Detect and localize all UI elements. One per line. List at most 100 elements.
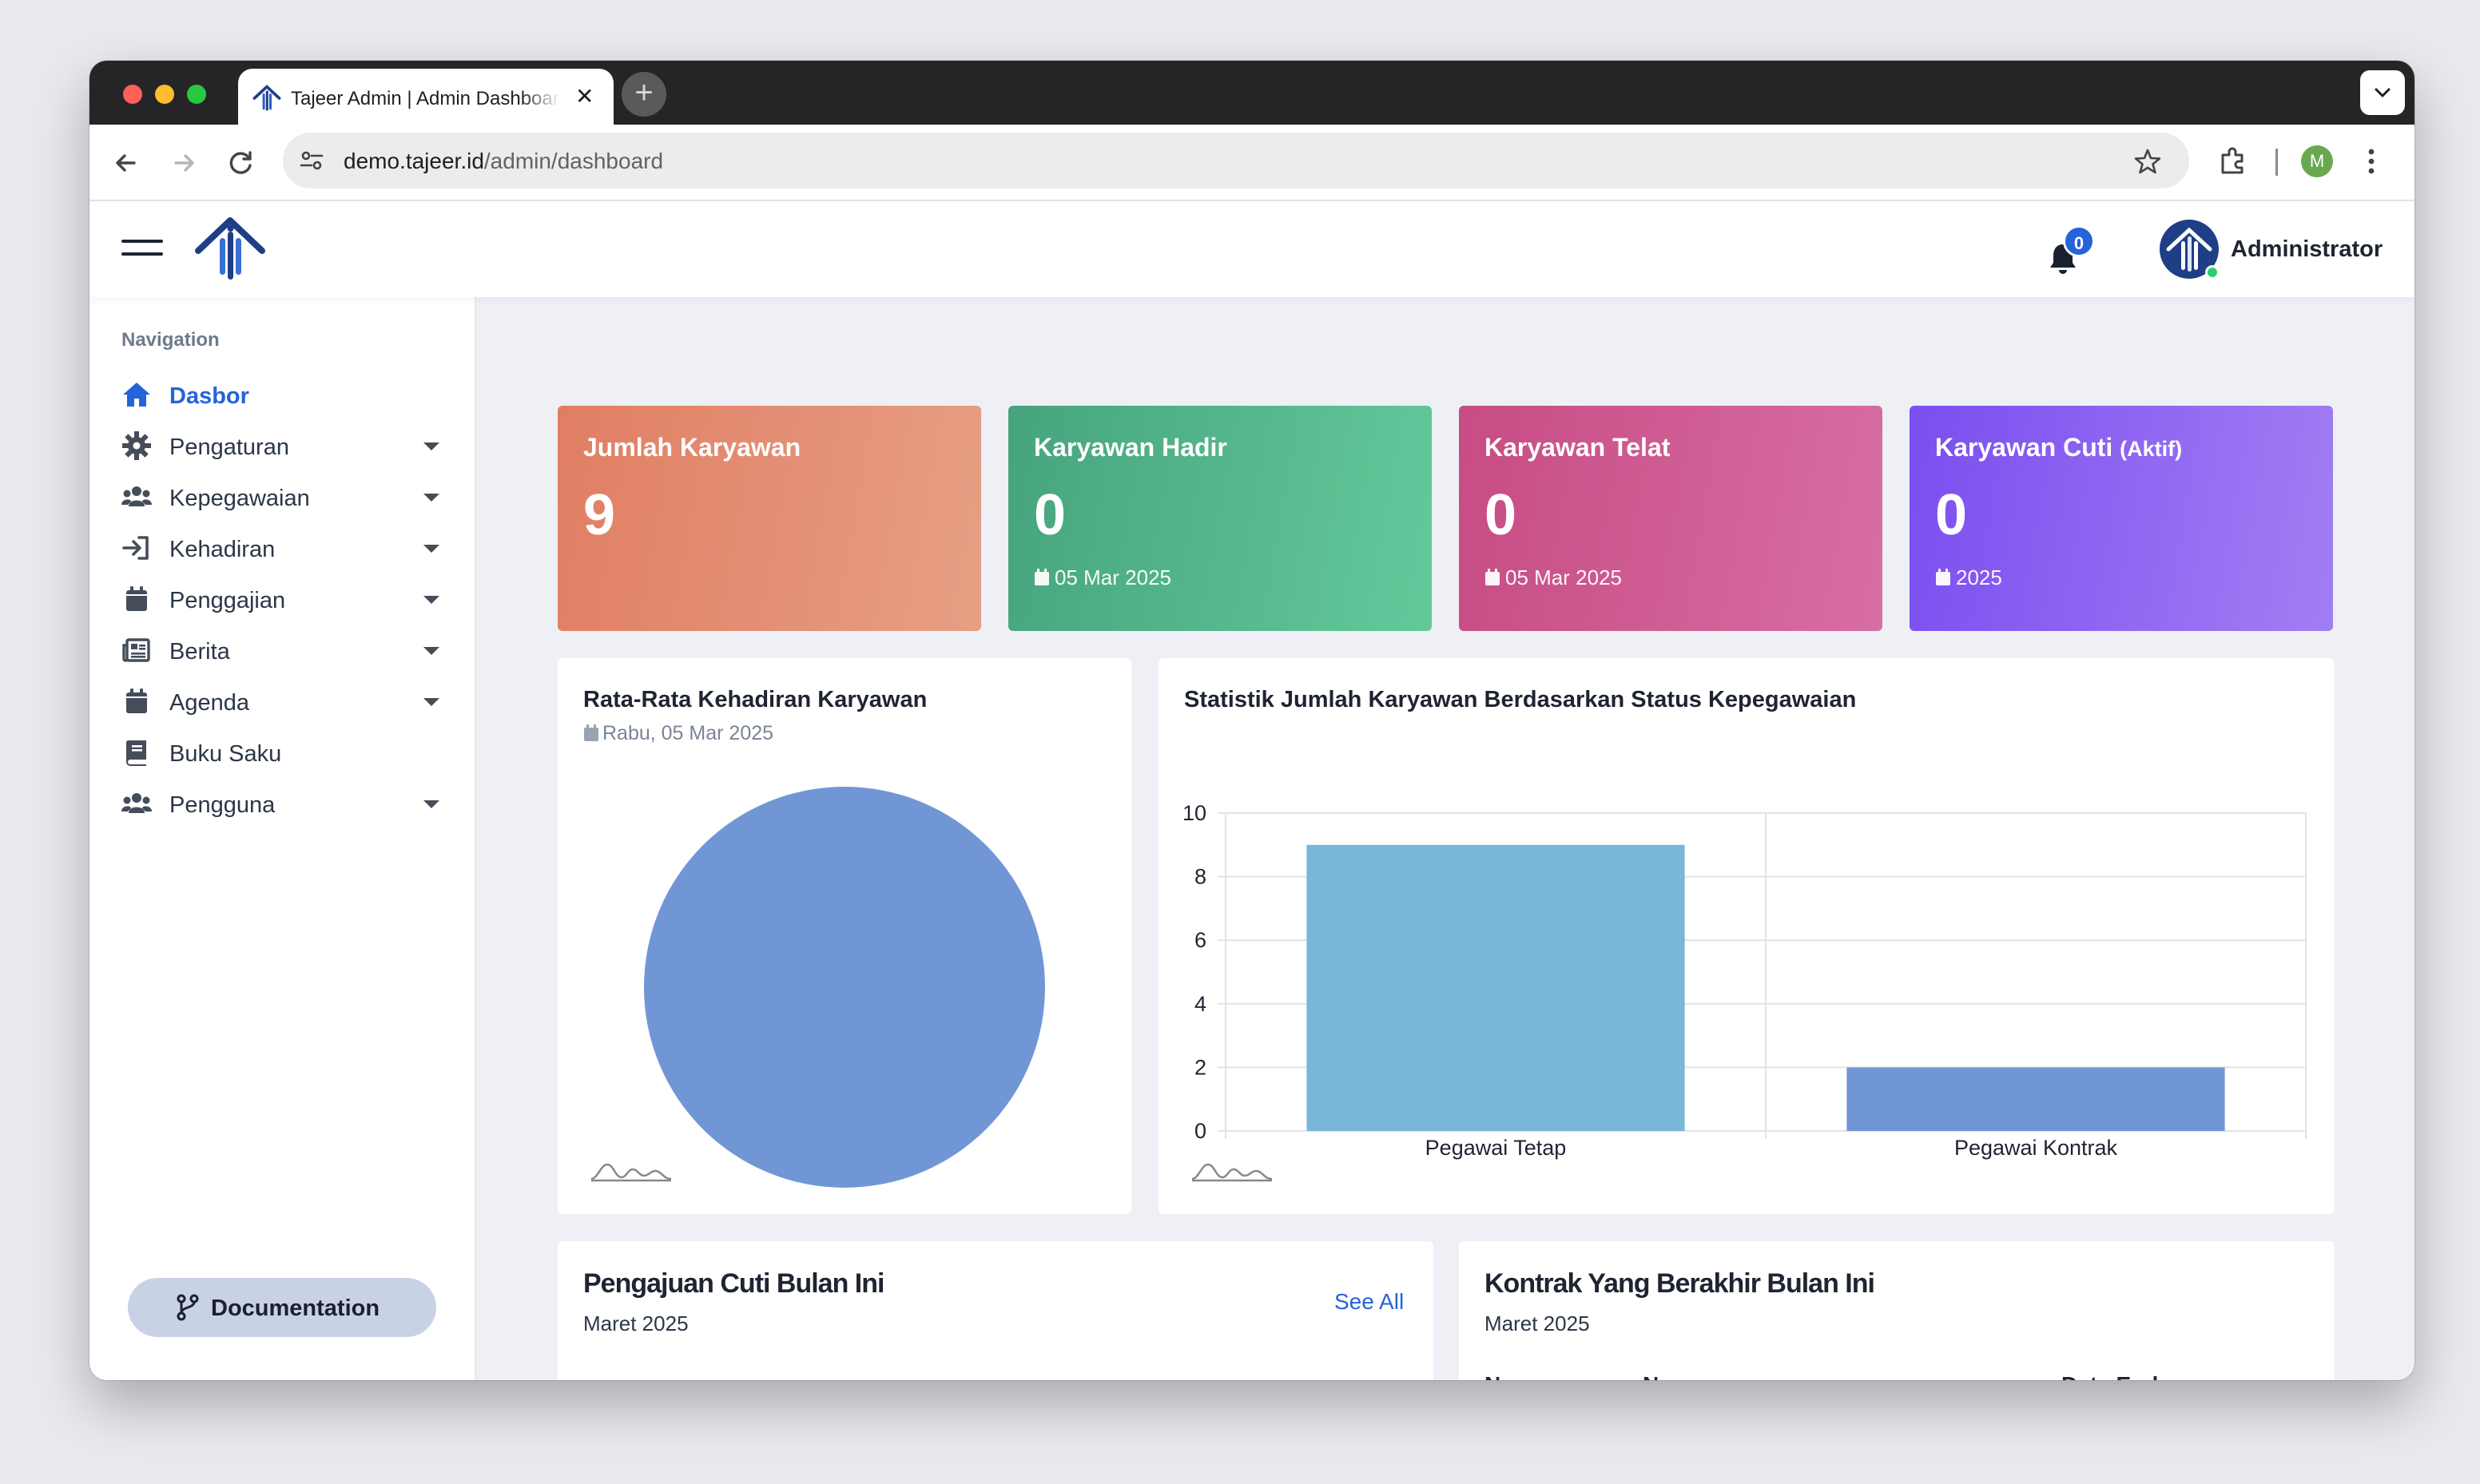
zoom-window-button[interactable] <box>187 85 206 104</box>
stat-date-text: 2025 <box>1956 565 2002 589</box>
y-tick-label: 8 <box>1194 865 1206 889</box>
caret-down-icon <box>423 698 439 706</box>
tajeer-logo[interactable] <box>193 216 267 281</box>
contract-panel-title: Kontrak Yang Berakhir Bulan Ini <box>1484 1268 1875 1299</box>
caret-down-icon <box>423 442 439 450</box>
bar <box>1846 1067 2225 1131</box>
attendance-panel-date: Rabu, 05 Mar 2025 <box>583 722 773 745</box>
notification-button[interactable]: 0 <box>2039 225 2095 281</box>
url-domain: demo.tajeer.id <box>344 149 484 173</box>
sidebar-item-label: Berita <box>169 639 230 665</box>
leave-requests-panel: Pengajuan Cuti Bulan Ini Maret 2025 See … <box>558 1241 1433 1380</box>
sidebar-item-pengguna[interactable]: Pengguna <box>121 781 444 826</box>
table-header-date-end: Date End <box>2061 1372 2158 1380</box>
tab-title: Tajeer Admin | Admin Dashboard <box>291 88 561 109</box>
attendance-panel-title: Rata-Rata Kehadiran Karyawan <box>583 687 928 712</box>
browser-toolbar: demo.tajeer.id/admin/dashboard M <box>89 125 2414 201</box>
sidebar-item-label: Buku Saku <box>169 741 282 767</box>
chart-watermark-icon <box>1191 1163 1273 1182</box>
calendar-icon <box>1485 569 1500 585</box>
stat-title-text: Karyawan Telat <box>1484 433 1671 462</box>
chevron-down-icon <box>2375 88 2391 97</box>
table-header-no: No <box>1484 1372 1514 1380</box>
see-all-link[interactable]: See All <box>1334 1289 1404 1315</box>
stat-title-text: Karyawan Hadir <box>1034 433 1227 462</box>
forward-button[interactable] <box>165 144 203 182</box>
reload-button[interactable] <box>222 144 260 182</box>
more-menu-icon[interactable] <box>2363 145 2379 177</box>
back-button[interactable] <box>107 144 145 182</box>
stat-value: 0 <box>1484 483 1517 547</box>
attendance-panel: Rata-Rata Kehadiran Karyawan Rabu, 05 Ma… <box>558 658 1131 1214</box>
bar <box>1306 844 1685 1131</box>
sidebar-item-buku-saku[interactable]: Buku Saku <box>121 730 444 775</box>
contract-panel-subtitle: Maret 2025 <box>1484 1311 1590 1335</box>
extensions-icon[interactable] <box>2216 145 2248 177</box>
stat-title-suffix: (Aktif) <box>2120 437 2183 461</box>
sidebar-item-kepegawaian[interactable]: Kepegawaian <box>121 474 444 519</box>
leave-panel-subtitle: Maret 2025 <box>583 1311 689 1335</box>
stat-value: 0 <box>1034 483 1067 547</box>
sidebar-item-penggajian[interactable]: Penggajian <box>121 577 444 621</box>
status-panel: Statistik Jumlah Karyawan Berdasarkan St… <box>1159 658 2335 1214</box>
users-icon <box>121 486 152 506</box>
stat-title: Jumlah Karyawan <box>583 433 801 462</box>
bookmark-star-icon[interactable] <box>2133 147 2162 176</box>
app-header: 0 Administrator <box>89 201 2414 297</box>
user-name: Administrator <box>2231 236 2383 262</box>
sidebar-item-label: Pengaturan <box>169 434 289 460</box>
pie-slice <box>644 787 1045 1188</box>
stat-date: 05 Mar 2025 <box>1034 565 1171 590</box>
stat-card-karyawan-cuti: Karyawan Cuti (Aktif) 0 2025 <box>1910 406 2333 631</box>
arrow-left-icon <box>116 154 136 172</box>
sidebar-item-dasbor[interactable]: Dasbor <box>121 372 444 417</box>
gear-icon <box>122 431 151 460</box>
tab-search-button[interactable] <box>2360 70 2405 115</box>
sidebar-item-pengaturan[interactable]: Pengaturan <box>121 423 444 468</box>
toolbar-divider <box>2275 149 2278 176</box>
profile-avatar[interactable]: M <box>2301 145 2333 177</box>
y-tick-label: 10 <box>1182 801 1206 825</box>
stat-title-text: Karyawan Cuti <box>1935 433 2113 462</box>
hamburger-menu-icon[interactable] <box>121 236 163 260</box>
leave-panel-title: Pengajuan Cuti Bulan Ini <box>583 1268 884 1299</box>
stat-card-jumlah-karyawan: Jumlah Karyawan 9 <box>558 406 981 631</box>
y-tick-label: 2 <box>1194 1055 1206 1079</box>
users-icon <box>121 793 152 813</box>
minimize-window-button[interactable] <box>155 85 174 104</box>
url-path: /admin/dashboard <box>483 149 664 173</box>
arrow-right-icon <box>174 154 194 172</box>
chart-watermark-icon <box>590 1163 672 1182</box>
browser-window: Tajeer Admin | Admin Dashboard ✕ + demo.… <box>89 61 2414 1380</box>
online-status-dot <box>2205 265 2220 280</box>
sidebar-item-label: Agenda <box>169 690 249 716</box>
stat-title: Karyawan Telat <box>1484 433 1670 462</box>
new-tab-button[interactable]: + <box>622 72 666 117</box>
home-icon <box>123 383 150 407</box>
nav-heading: Navigation <box>121 329 220 351</box>
close-window-button[interactable] <box>123 85 142 104</box>
sidebar-item-berita[interactable]: Berita <box>121 628 444 673</box>
caret-down-icon <box>423 545 439 553</box>
user-menu[interactable]: Administrator <box>2159 217 2399 281</box>
x-tick-label: Pegawai Tetap <box>1425 1136 1567 1160</box>
sidebar-item-label: Kehadiran <box>169 537 276 562</box>
table-header-name: Name <box>1643 1372 1703 1380</box>
calendar-icon <box>126 688 147 713</box>
documentation-button[interactable]: Documentation <box>128 1278 436 1337</box>
site-settings-icon[interactable] <box>299 149 324 173</box>
sidebar-item-kehadiran[interactable]: Kehadiran <box>121 526 444 570</box>
url-text: demo.tajeer.id/admin/dashboard <box>344 149 663 174</box>
caret-down-icon <box>423 800 439 808</box>
stat-value: 9 <box>583 483 616 547</box>
sidebar-item-label: Dasbor <box>169 383 249 409</box>
tajeer-favicon <box>252 85 281 111</box>
tab-close-icon[interactable]: ✕ <box>575 83 594 110</box>
address-bar[interactable]: demo.tajeer.id/admin/dashboard <box>283 133 2189 188</box>
caret-down-icon <box>423 596 439 604</box>
calendar-icon <box>1035 569 1049 585</box>
contract-ending-panel: Kontrak Yang Berakhir Bulan Ini Maret 20… <box>1459 1241 2335 1380</box>
sidebar-item-agenda[interactable]: Agenda <box>121 679 444 724</box>
status-panel-title: Statistik Jumlah Karyawan Berdasarkan St… <box>1184 687 1857 712</box>
browser-tab[interactable]: Tajeer Admin | Admin Dashboard ✕ <box>238 69 614 125</box>
